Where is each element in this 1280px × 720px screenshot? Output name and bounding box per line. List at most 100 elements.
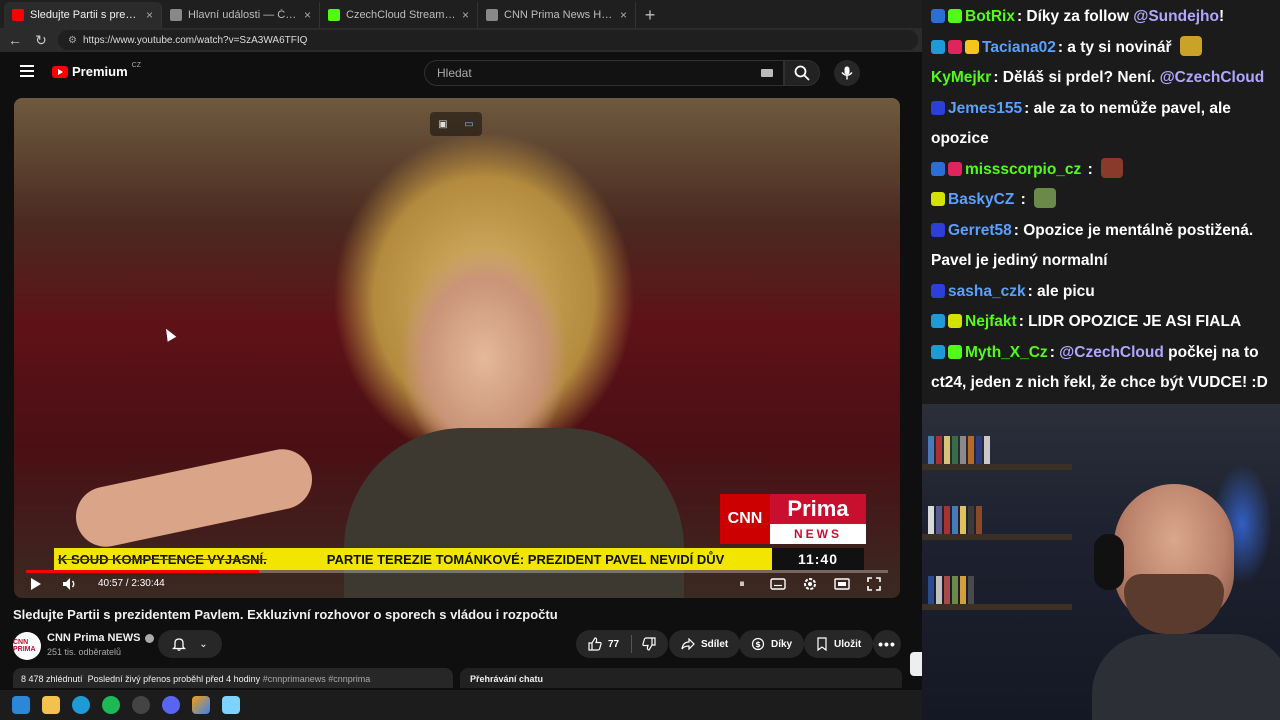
channel-avatar[interactable]: CNN PRIMA <box>13 632 41 660</box>
pause-toggle-button[interactable]: ⏸ <box>734 574 750 594</box>
keyboard-icon[interactable] <box>761 69 773 77</box>
site-info-icon[interactable]: ⚙ <box>68 35 77 46</box>
chat-text: : <box>1083 160 1098 178</box>
close-tab-icon[interactable]: × <box>146 8 153 22</box>
chat-username[interactable]: Taciana02 <box>982 39 1056 56</box>
browser-tab[interactable]: CNN Prima News HD sledujte onl × <box>478 2 636 28</box>
subtitles-button[interactable] <box>768 574 788 594</box>
chat-mention[interactable]: @Sundejho <box>1133 8 1219 25</box>
browser-tab[interactable]: Hlavní události — ČT24 — Česká × <box>162 2 320 28</box>
chat-replay-label: Přehrávání chatu <box>470 674 544 684</box>
chat-username[interactable]: BaskyCZ <box>948 191 1014 208</box>
reload-icon[interactable]: ↻ <box>32 31 50 49</box>
chat-badge-icon <box>931 283 945 298</box>
chat-username[interactable]: sasha_czk <box>948 283 1026 300</box>
youtube-logo[interactable]: Premium CZ <box>52 62 141 79</box>
prima-news-block: Prima NEWS <box>770 494 866 544</box>
side-panel-handle[interactable] <box>910 652 922 676</box>
back-icon[interactable]: ← <box>6 31 24 49</box>
close-tab-icon[interactable]: × <box>620 8 627 22</box>
copilot-icon[interactable] <box>192 696 210 714</box>
chat-username[interactable]: Jemes155 <box>948 100 1022 117</box>
screen: Sledujte Partii s prezidentem×Hlavní udá… <box>0 0 1280 720</box>
tab-title: CNN Prima News HD sledujte onl <box>504 9 614 21</box>
windows-start-icon[interactable] <box>12 696 30 714</box>
obs-icon[interactable] <box>132 696 150 714</box>
tab-favicon-icon <box>328 9 340 21</box>
like-button[interactable]: 77 <box>588 637 619 651</box>
description-box[interactable]: 8 478 zhlédnutí Poslední živý přenos pro… <box>13 668 453 688</box>
verified-icon <box>144 633 154 643</box>
chat-message: BaskyCZ : <box>931 185 1272 216</box>
chat-username[interactable]: KyMejkr <box>931 69 991 86</box>
menu-icon[interactable] <box>20 65 34 77</box>
more-horizontal-icon: ••• <box>878 636 896 652</box>
thumbs-down-icon <box>642 637 656 651</box>
chat-text: : <box>1049 343 1060 361</box>
chat-message: Jemes155: ale za to nemůže pavel, ale op… <box>931 94 1272 155</box>
theater-mode-button[interactable] <box>832 574 852 594</box>
play-button[interactable] <box>26 574 46 594</box>
thanks-icon: $ <box>751 637 765 651</box>
fullscreen-button[interactable] <box>864 574 884 594</box>
channel-name[interactable]: CNN Prima NEWS <box>47 632 154 644</box>
news-logo-text: NEWS <box>770 524 866 544</box>
settings-gear-icon <box>804 578 816 590</box>
more-actions-button[interactable]: ••• <box>873 630 901 658</box>
video-player[interactable]: ▣ ▭ CNN Prima NEWS K SOUD KOMPETENCE VYJ… <box>14 98 900 598</box>
volume-button[interactable] <box>58 574 82 594</box>
bookshelf-shelf <box>922 464 1072 470</box>
windows-taskbar <box>0 690 922 720</box>
spotify-icon[interactable] <box>102 696 120 714</box>
edge-browser-icon[interactable] <box>72 696 90 714</box>
thumbs-up-icon <box>588 637 602 651</box>
chat-mention[interactable]: @CzechCloud <box>1059 344 1164 361</box>
chat-username[interactable]: BotRix <box>965 8 1015 25</box>
share-button[interactable]: Sdílet <box>669 630 741 658</box>
chat-mention[interactable]: @CzechCloud <box>1160 69 1265 86</box>
browser-tab[interactable]: Sledujte Partii s prezidentem × <box>4 2 162 28</box>
thanks-label: Díky <box>771 638 793 650</box>
close-tab-icon[interactable]: × <box>304 8 311 22</box>
search-input[interactable]: Hledat <box>424 60 784 86</box>
chat-username[interactable]: Nejfakt <box>965 313 1017 330</box>
chat-text: : a ty si novinář <box>1057 38 1176 56</box>
url-field[interactable]: ⚙ https://www.youtube.com/watch?v=SzA3WA… <box>58 30 918 50</box>
chat-message: missscorpio_cz : <box>931 155 1272 186</box>
video-title: Sledujte Partii s prezidentem Pavlem. Ex… <box>13 607 558 622</box>
chat-username[interactable]: Gerret58 <box>948 222 1012 239</box>
voice-search-button[interactable] <box>834 60 860 86</box>
notepad-icon[interactable] <box>222 696 240 714</box>
chat-username[interactable]: missscorpio_cz <box>965 161 1081 178</box>
chat-replay-header[interactable]: Přehrávání chatu <box>460 668 902 688</box>
save-button[interactable]: Uložit <box>804 630 874 658</box>
discord-icon[interactable] <box>162 696 180 714</box>
browser-tab[interactable]: CzechCloud Stream - Watch Live × <box>320 2 478 28</box>
cnn-prima-news-logo: CNN Prima NEWS <box>720 494 866 544</box>
tab-favicon-icon <box>12 9 24 21</box>
close-tab-icon[interactable]: × <box>462 8 469 22</box>
theater-mode-icon <box>834 578 850 590</box>
chat-badge-icon <box>931 100 945 115</box>
new-tab-button[interactable]: + <box>636 2 664 28</box>
player-overlay-buttons: ▣ ▭ <box>430 112 482 136</box>
search-button[interactable] <box>784 60 820 86</box>
stream-info: Poslední živý přenos proběhl před 4 hodi… <box>87 674 261 684</box>
settings-button[interactable] <box>800 574 820 594</box>
chat-text: ! <box>1218 8 1225 25</box>
cast-icon[interactable]: ▭ <box>464 119 473 130</box>
hashtags[interactable]: #cnnprimanews #cnnprima <box>263 674 371 684</box>
chat-username[interactable]: Myth_X_Cz <box>965 344 1048 361</box>
streamer <box>1092 464 1280 720</box>
miniplayer-icon[interactable]: ▣ <box>438 119 447 130</box>
chat-badge-icon <box>931 161 945 176</box>
dislike-button[interactable] <box>642 637 656 651</box>
thanks-button[interactable]: $ Díky <box>739 630 805 658</box>
player-controls: 40:57 / 2:30:44 ⏸ <box>14 570 900 598</box>
notification-bell-button[interactable]: ⌄ <box>158 630 222 658</box>
search-icon <box>794 65 810 81</box>
ticker-clock: 11:40 <box>772 548 864 570</box>
browser-tab-bar: Sledujte Partii s prezidentem×Hlavní udá… <box>0 0 922 28</box>
file-explorer-icon[interactable] <box>42 696 60 714</box>
chat-text: : Díky za follow <box>1016 8 1134 25</box>
